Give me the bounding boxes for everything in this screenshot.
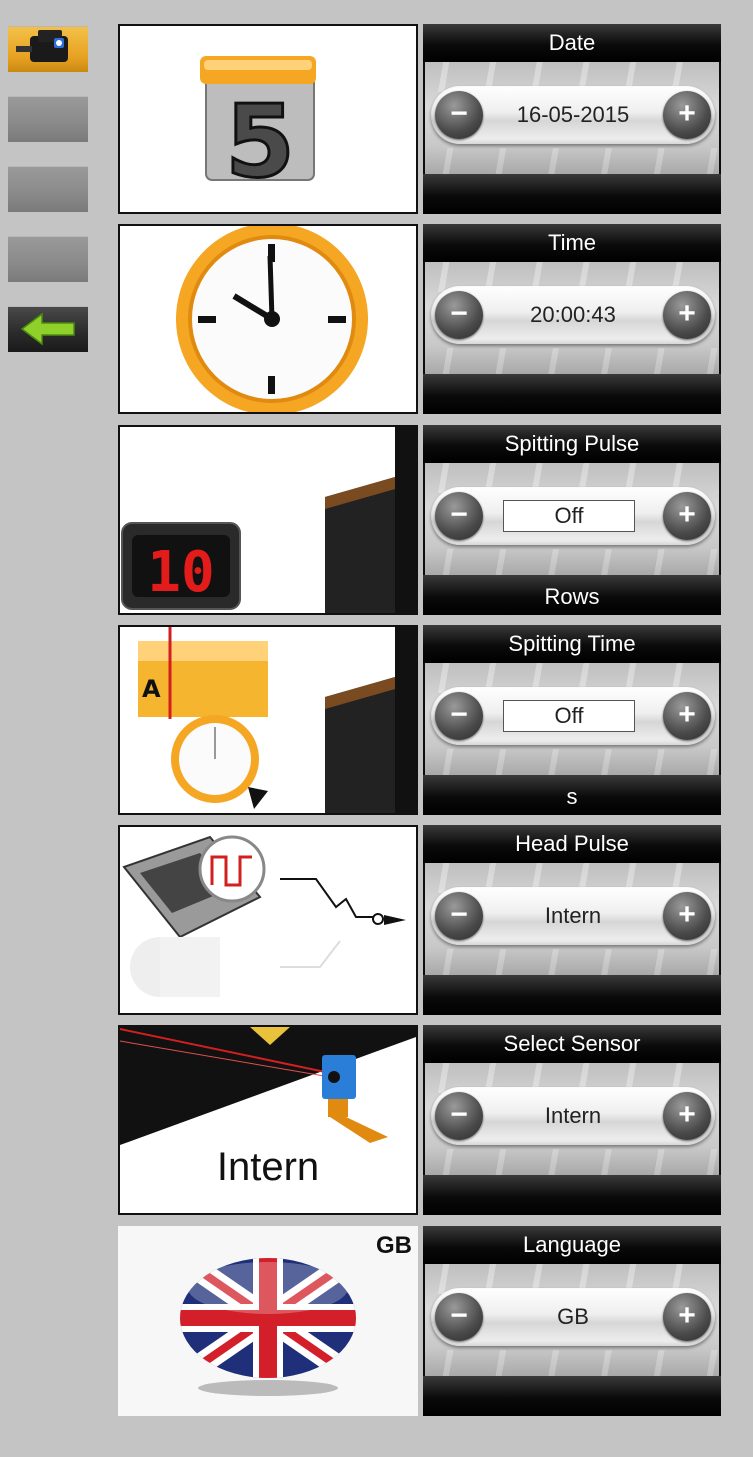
spitting-pulse-panel: Spitting Pulse − Off + Rows — [423, 425, 721, 615]
select-sensor-value: Intern — [544, 1103, 602, 1128]
spitting-pulse-stepper: − Off + — [431, 487, 715, 545]
time-value: 20:00:43 — [530, 302, 616, 327]
spitting-pulse-plus-button[interactable]: + — [663, 492, 711, 540]
time-stepper: − 20:00:43 + — [431, 286, 715, 344]
spitting-pulse-unit: Rows — [423, 575, 721, 615]
select-sensor-stepper: − Intern + — [431, 1087, 715, 1145]
head-pulse-plus-button[interactable]: + — [663, 892, 711, 940]
spitting-pulse-input[interactable]: Off — [503, 500, 635, 532]
setting-row-spitting-pulse: 10 Spitting Pulse − Off + Rows — [118, 425, 721, 615]
svg-text:10: 10 — [147, 540, 214, 605]
time-plus-button[interactable]: + — [663, 291, 711, 339]
setting-row-time: Time − 20:00:43 + — [118, 224, 721, 414]
setting-row-head-pulse: Head Pulse − Intern + — [118, 825, 721, 1015]
language-thumbnail-label: GB — [376, 1232, 412, 1259]
spitting-time-title: Spitting Time — [423, 625, 721, 663]
select-sensor-control: − Intern + — [425, 1063, 719, 1175]
spitting-time-plus-button[interactable]: + — [663, 692, 711, 740]
back-button[interactable] — [8, 306, 88, 352]
head-pulse-panel: Head Pulse − Intern + — [423, 825, 721, 1015]
spitting-time-minus-button[interactable]: − — [435, 692, 483, 740]
head-pulse-footer — [423, 975, 721, 1015]
spitting-time-unit: s — [423, 775, 721, 815]
head-pulse-thumbnail — [118, 825, 418, 1015]
select-sensor-thumbnail: Intern — [118, 1025, 418, 1215]
back-arrow-icon — [20, 312, 75, 346]
language-stepper: − GB + — [431, 1288, 715, 1346]
language-control: − GB + — [425, 1264, 719, 1376]
language-thumbnail: GB — [118, 1226, 418, 1416]
spitting-pulse-control: − Off + — [425, 463, 719, 575]
language-value: GB — [557, 1304, 589, 1329]
language-plus-button[interactable]: + — [663, 1293, 711, 1341]
select-sensor-panel: Select Sensor − Intern + — [423, 1025, 721, 1215]
time-title: Time — [423, 224, 721, 262]
head-pulse-title: Head Pulse — [423, 825, 721, 863]
select-sensor-minus-button[interactable]: − — [435, 1092, 483, 1140]
clock-icon — [176, 226, 368, 412]
spitting-time-stepper: − Off + — [431, 687, 715, 745]
time-footer — [423, 374, 721, 414]
language-minus-button[interactable]: − — [435, 1293, 483, 1341]
setting-row-select-sensor: Intern Select Sensor − Intern + — [118, 1025, 721, 1215]
setting-row-spitting-time: A Spitting Time − Off + s — [118, 625, 721, 815]
printer-icon — [16, 30, 68, 62]
svg-text:5: 5 — [225, 83, 295, 200]
time-panel: Time − 20:00:43 + — [423, 224, 721, 414]
date-panel: Date − 16-05-2015 + — [423, 24, 721, 214]
sidebar-button-4[interactable] — [8, 236, 88, 282]
sidebar-button-3[interactable] — [8, 166, 88, 212]
time-minus-button[interactable]: − — [435, 291, 483, 339]
sidebar-printer-button[interactable] — [8, 26, 88, 72]
head-pulse-minus-button[interactable]: − — [435, 892, 483, 940]
date-minus-button[interactable]: − — [435, 91, 483, 139]
spitting-time-panel: Spitting Time − Off + s — [423, 625, 721, 815]
select-sensor-title: Select Sensor — [423, 1025, 721, 1063]
spitting-pulse-minus-button[interactable]: − — [435, 492, 483, 540]
spitting-time-control: − Off + — [425, 663, 719, 775]
date-plus-button[interactable]: + — [663, 91, 711, 139]
spitting-pulse-title: Spitting Pulse — [423, 425, 721, 463]
spitting-time-input[interactable]: Off — [503, 700, 635, 732]
date-title: Date — [423, 24, 721, 62]
language-title: Language — [423, 1226, 721, 1264]
digital-counter-icon: 10 — [121, 427, 416, 613]
select-sensor-footer — [423, 1175, 721, 1215]
head-pulse-value: Intern — [544, 903, 602, 928]
date-value: 16-05-2015 — [516, 102, 630, 127]
sidebar-button-2[interactable] — [8, 96, 88, 142]
head-pulse-control: − Intern + — [425, 863, 719, 975]
date-thumbnail: 5 — [118, 24, 418, 214]
date-footer — [423, 174, 721, 214]
sensor-thumbnail-label: Intern — [216, 1145, 320, 1189]
spitting-pulse-thumbnail: 10 — [118, 425, 418, 615]
language-footer — [423, 1376, 721, 1416]
uk-flag-icon — [180, 1258, 356, 1396]
pulse-signal-icon — [122, 835, 406, 997]
spitting-time-thumbnail: A — [118, 625, 418, 815]
select-sensor-plus-button[interactable]: + — [663, 1092, 711, 1140]
calendar-icon: 5 — [200, 56, 316, 202]
time-thumbnail — [118, 224, 418, 414]
setting-row-date: 5 Date − 16-05-2015 + — [118, 24, 721, 214]
timer-icon: A — [138, 627, 416, 813]
language-panel: Language − GB + — [423, 1226, 721, 1416]
date-control: − 16-05-2015 + — [425, 62, 719, 174]
svg-text:A: A — [142, 675, 161, 703]
setting-row-language: GB Language − GB + — [118, 1226, 721, 1416]
date-stepper: − 16-05-2015 + — [431, 86, 715, 144]
time-control: − 20:00:43 + — [425, 262, 719, 374]
head-pulse-stepper: − Intern + — [431, 887, 715, 945]
